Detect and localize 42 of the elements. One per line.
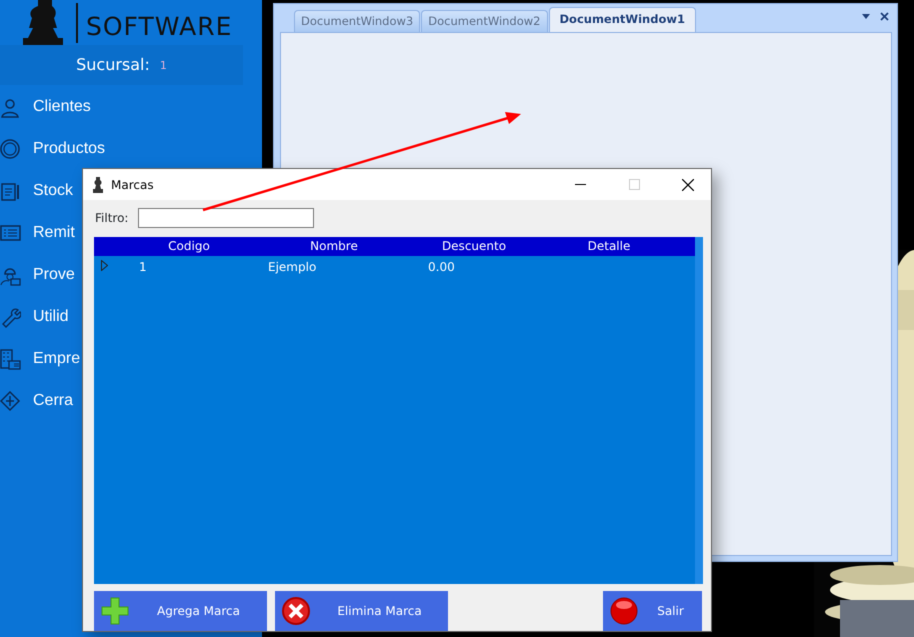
warning-sign-icon [0,390,21,412]
column-header[interactable]: Descuento [404,236,544,256]
document-tab[interactable]: DocumentWindow2 [421,10,548,32]
document-tab[interactable]: DocumentWindow1 [548,6,696,32]
scrollbar[interactable] [695,236,703,584]
document-tab[interactable]: DocumentWindow3 [294,10,420,32]
sidebar-item[interactable]: Remit [33,221,75,245]
delete-icon [281,596,311,626]
pawn-icon [93,176,103,192]
wrench-icon [0,306,21,328]
sidebar-item[interactable]: Stock [33,179,74,203]
sidebar-item[interactable]: Utilid [33,305,69,329]
plus-icon [100,596,130,626]
column-header[interactable]: Detalle [544,236,674,256]
sidebar-item[interactable]: Productos [33,137,106,161]
filter-label: Filtro: [95,210,128,228]
list-icon [0,222,21,244]
column-header[interactable]: Codigo [114,236,264,256]
table-cell: 1 [139,260,147,274]
sidebar-item[interactable]: Empre [33,347,80,371]
table-cell: 0.00 [428,260,455,274]
clipboard-icon [0,180,21,202]
close-icon[interactable] [682,178,694,190]
logo-text: SOFTWARE [86,14,232,39]
minimize-icon[interactable] [574,184,586,186]
window-title: Marcas [111,176,155,194]
dropdown-icon[interactable] [862,14,870,19]
ball-icon [609,596,639,626]
action-button[interactable]: Salir [603,591,702,631]
sidebar-item[interactable]: Cerra [33,389,74,413]
coin-icon [0,138,21,160]
sidebar-item[interactable]: Clientes [33,95,91,119]
action-button[interactable]: Agrega Marca [94,591,267,631]
branch-label: Sucursal: [76,54,150,76]
table-cell: Ejemplo [268,260,316,274]
users-icon [0,96,21,118]
filter-field[interactable] [138,208,314,228]
branch-value: 1 [160,58,167,74]
column-header[interactable]: Nombre [264,236,404,256]
action-button[interactable]: Elimina Marca [275,591,448,631]
sidebar-item[interactable]: Prove [33,263,75,287]
close-icon[interactable] [880,12,889,21]
